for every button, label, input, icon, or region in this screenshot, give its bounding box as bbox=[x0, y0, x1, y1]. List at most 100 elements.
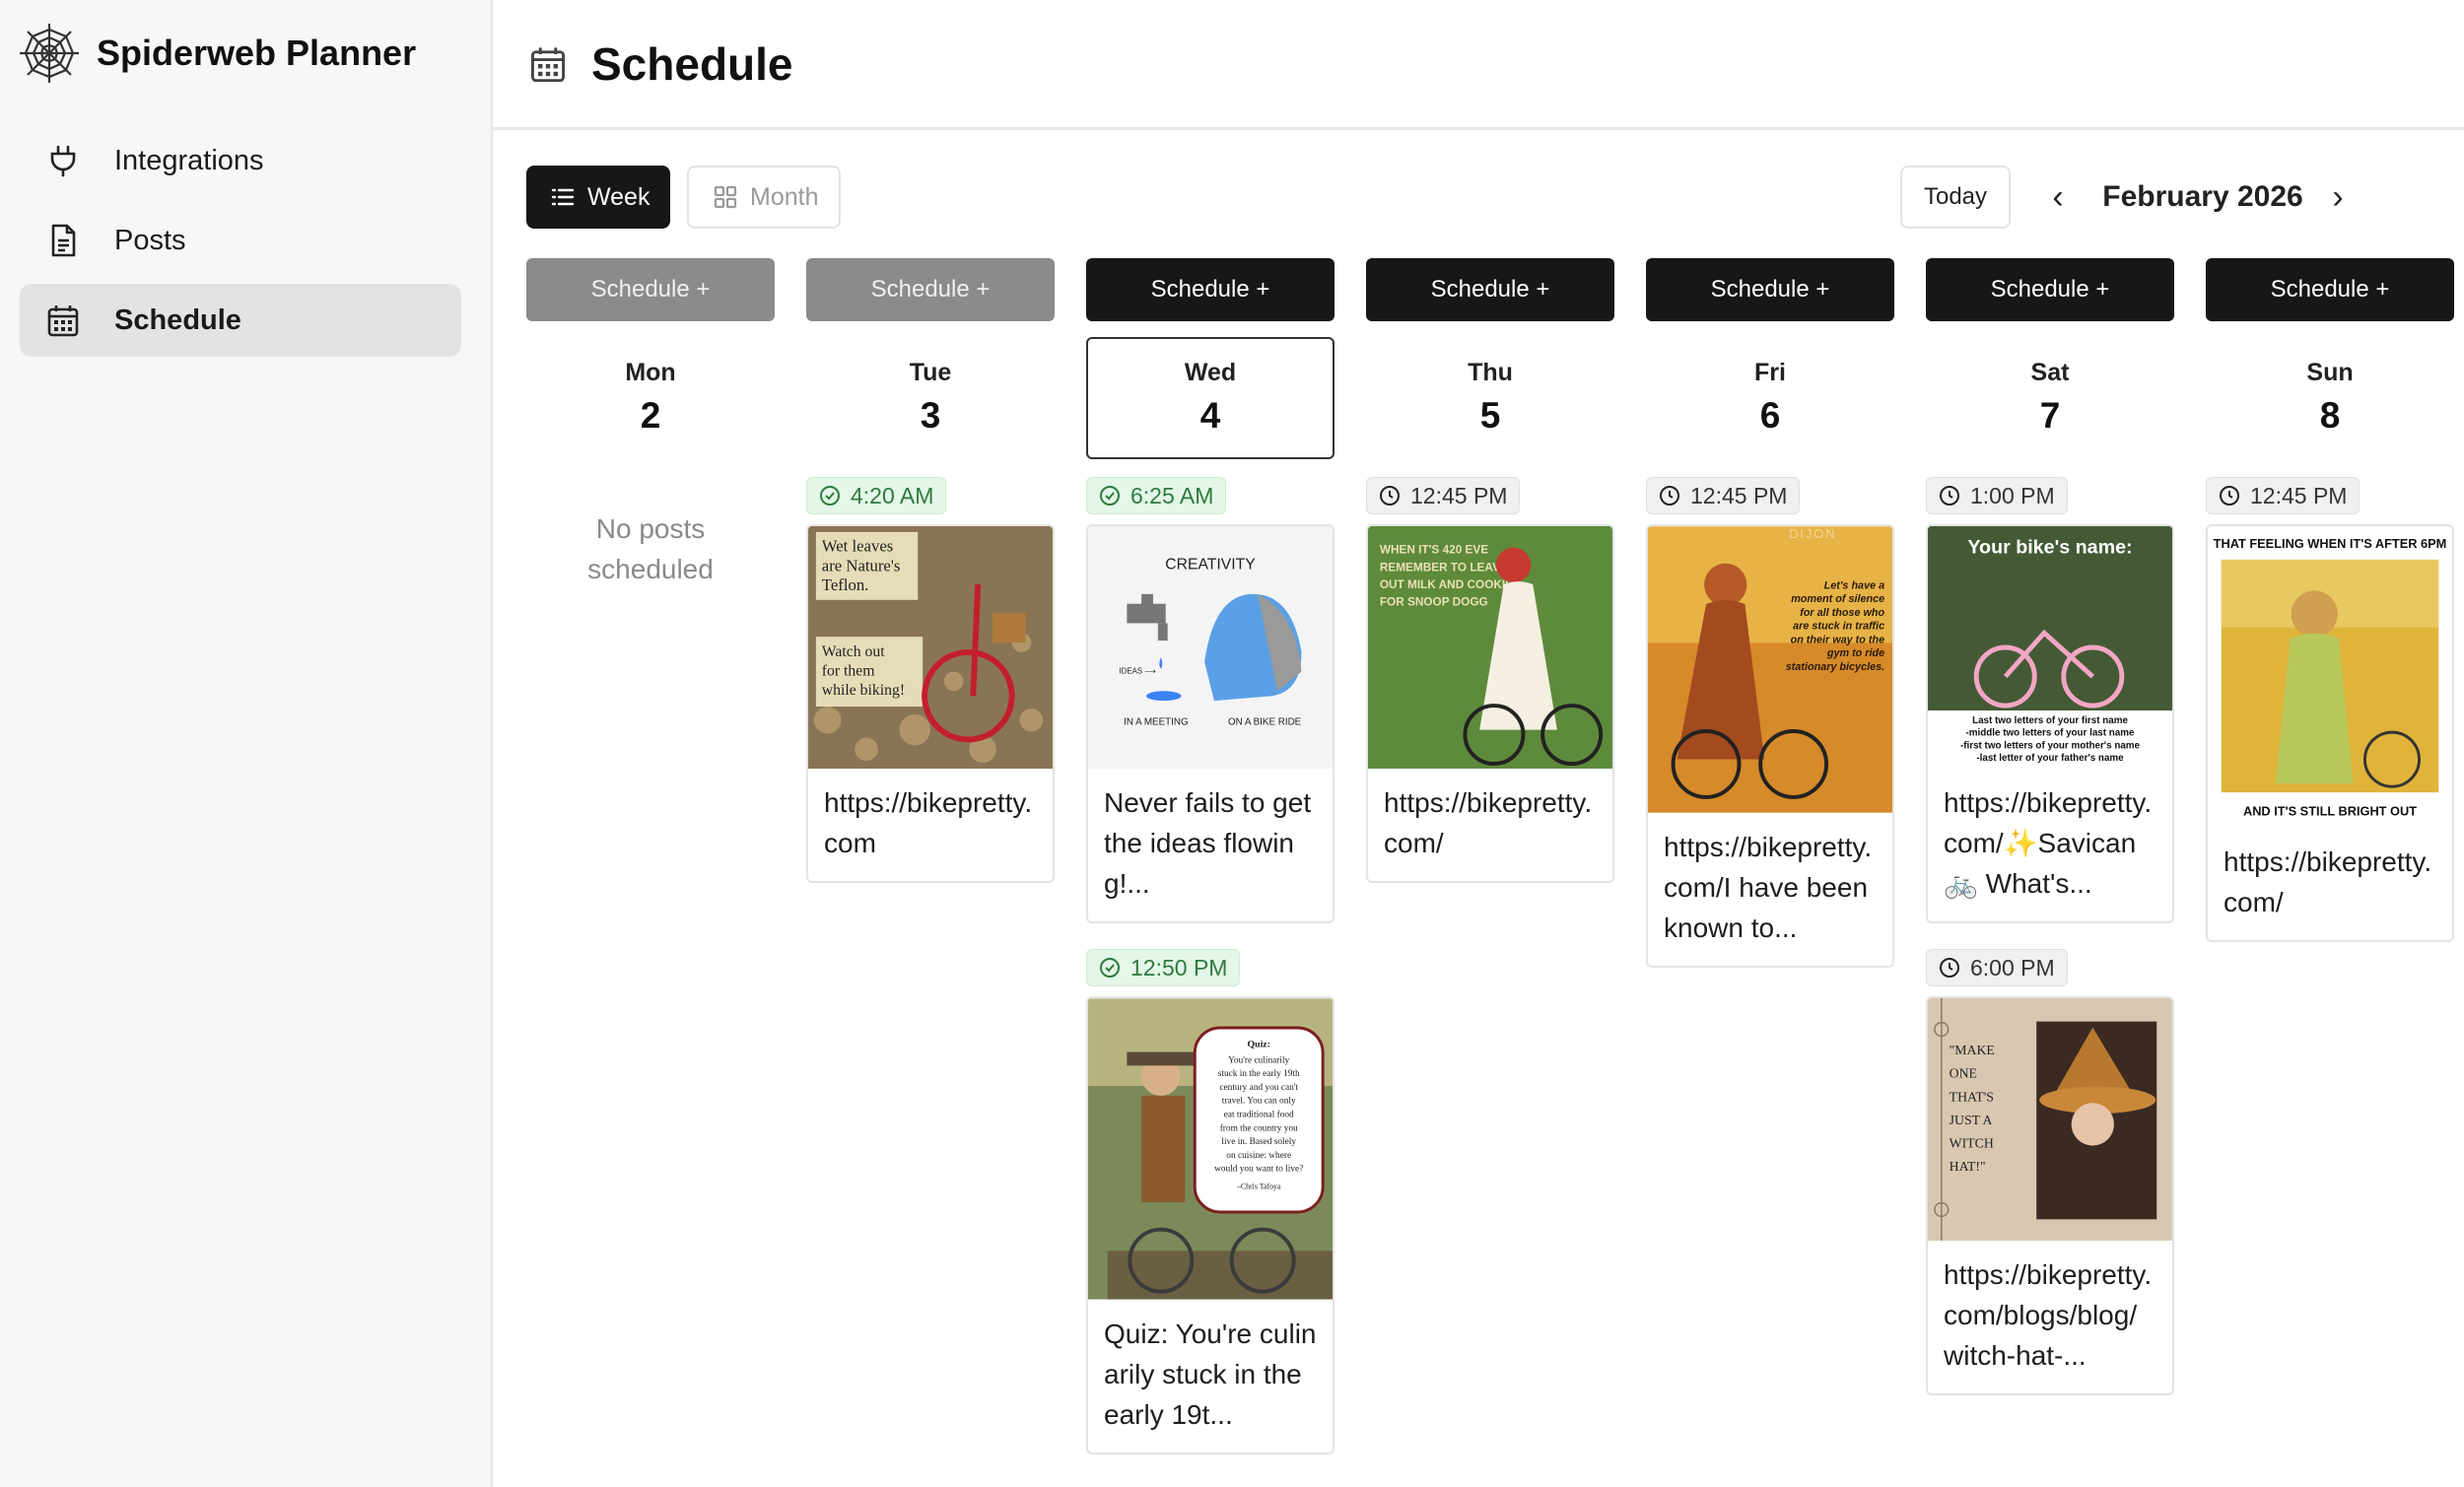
svg-text:Wet leaves: Wet leaves bbox=[822, 537, 893, 556]
check-circle-icon bbox=[819, 485, 841, 507]
svg-text:You're culinarily: You're culinarily bbox=[1228, 1055, 1289, 1065]
day-header: Sat 7 bbox=[1926, 337, 2174, 459]
week-view-label: Week bbox=[587, 182, 650, 211]
post-time: 12:50 PM bbox=[1130, 954, 1228, 980]
svg-text:THAT FEELING WHEN IT'S AFTER 6: THAT FEELING WHEN IT'S AFTER 6PM bbox=[2214, 536, 2447, 551]
svg-text:Teflon.: Teflon. bbox=[822, 575, 869, 594]
schedule-button[interactable]: Schedule + bbox=[1086, 258, 1335, 321]
svg-text:for them: for them bbox=[822, 663, 875, 680]
day-number: 4 bbox=[1199, 395, 1221, 436]
day-name: Thu bbox=[1468, 359, 1513, 386]
svg-text:Last two letters of your first: Last two letters of your first name bbox=[1972, 715, 2128, 726]
sidebar-item-posts[interactable]: Posts bbox=[20, 204, 461, 277]
main-content: Schedule Week Month Today ‹ February 202… bbox=[493, 0, 2464, 1487]
month-view-button[interactable]: Month bbox=[687, 166, 841, 229]
svg-text:-first two letters of your mot: -first two letters of your mother's name bbox=[1960, 740, 2141, 751]
day-header-today: Wed 4 bbox=[1086, 337, 1335, 459]
post-caption: https://bikepretty.com/blogs/blog/witch-… bbox=[1944, 1259, 2153, 1371]
week-view-button[interactable]: Week bbox=[526, 166, 670, 229]
svg-text:Watch out: Watch out bbox=[822, 643, 885, 660]
svg-text:AND IT'S STILL BRIGHT OUT: AND IT'S STILL BRIGHT OUT bbox=[2243, 804, 2417, 819]
post-card[interactable]: WHEN IT'S 420 EVE REMEMBER TO LEAVE OUT M… bbox=[1366, 524, 1614, 883]
calendar-icon bbox=[45, 303, 81, 338]
post-thumbnail: DIJON Let's have a moment of silence for … bbox=[1648, 526, 1892, 813]
svg-text:stationary bicycles.: stationary bicycles. bbox=[1786, 661, 1884, 673]
post-time: 12:45 PM bbox=[1410, 482, 1508, 508]
previous-week-chevron-left-icon[interactable]: ‹ bbox=[2038, 166, 2078, 229]
time-badge: 6:25 AM bbox=[1086, 477, 1227, 514]
schedule-button[interactable]: Schedule + bbox=[2206, 258, 2454, 321]
post-item: 4:20 AM Wet leaves are Nature's Teflon. … bbox=[806, 477, 1055, 883]
day-name: Sat bbox=[2030, 359, 2070, 386]
document-icon bbox=[45, 223, 81, 258]
schedule-button[interactable]: Schedule + bbox=[1366, 258, 1614, 321]
day-number: 6 bbox=[1759, 395, 1781, 436]
post-item: 12:45 PM WHEN IT'S 420 EVE REMEMBER TO LE… bbox=[1366, 477, 1614, 883]
brand[interactable]: Spiderweb Planner bbox=[0, 0, 491, 106]
month-view-label: Month bbox=[750, 182, 819, 211]
clock-icon bbox=[1659, 485, 1680, 507]
svg-text:century and you can't: century and you can't bbox=[1219, 1083, 1298, 1093]
day-number: 7 bbox=[2039, 395, 2061, 436]
post-card[interactable]: "MAKE ONE THAT'S JUST A WITCH HAT!" https://… bbox=[1926, 996, 2174, 1395]
schedule-button[interactable]: Schedule + bbox=[806, 258, 1055, 321]
page-header: Schedule bbox=[493, 0, 2464, 130]
post-caption: Never fails to get the ideas flowing!... bbox=[1104, 787, 1312, 899]
post-caption: Quiz: You're culinarily stuck in the ear… bbox=[1104, 1318, 1317, 1430]
schedule-button[interactable]: Schedule + bbox=[526, 258, 775, 321]
today-button[interactable]: Today bbox=[1900, 166, 2011, 229]
day-number: 2 bbox=[640, 395, 661, 436]
svg-text:would you want to live?: would you want to live? bbox=[1214, 1165, 1303, 1175]
time-badge: 4:20 AM bbox=[806, 477, 947, 514]
day-header: Fri 6 bbox=[1646, 337, 1894, 459]
sidebar-item-integrations[interactable]: Integrations bbox=[20, 124, 461, 197]
post-item: 12:45 PM DIJON Let's have a moment of sil… bbox=[1646, 477, 1894, 968]
post-thumbnail: Your bike's name: Last two letters of yo… bbox=[1928, 526, 2172, 769]
day-name: Sun bbox=[2306, 359, 2354, 386]
post-item: 6:00 PM "MAKE ONE THAT'S JUST A WITCH HAT!" bbox=[1926, 949, 2174, 1395]
sidebar-item-schedule[interactable]: Schedule bbox=[20, 284, 461, 357]
svg-text:THAT'S: THAT'S bbox=[1950, 1089, 1994, 1104]
post-caption: https://bikepretty.com/I have been known… bbox=[1664, 832, 1873, 943]
post-time: 1:00 PM bbox=[1970, 482, 2055, 508]
clock-icon bbox=[1939, 485, 1960, 507]
post-thumbnail: Wet leaves are Nature's Teflon. Watch ou… bbox=[808, 526, 1053, 769]
svg-text:ONE: ONE bbox=[1950, 1066, 1977, 1081]
time-badge: 12:45 PM bbox=[2206, 477, 2361, 514]
post-time: 6:00 PM bbox=[1970, 954, 2055, 980]
schedule-button[interactable]: Schedule + bbox=[1646, 258, 1894, 321]
post-card[interactable]: DIJON Let's have a moment of silence for … bbox=[1646, 524, 1894, 968]
post-time: 4:20 AM bbox=[851, 482, 934, 508]
svg-text:"MAKE: "MAKE bbox=[1950, 1043, 1995, 1057]
post-caption: https://bikepretty.com/ bbox=[2224, 846, 2432, 917]
time-badge: 12:45 PM bbox=[1366, 477, 1521, 514]
day-column-thu: Schedule + Thu 5 12:45 PM WHEN IT'S 420 … bbox=[1366, 258, 1614, 883]
day-column-wed: Schedule + Wed 4 6:25 AM CREATIVITY IDEA… bbox=[1086, 258, 1335, 1454]
day-name: Wed bbox=[1184, 359, 1237, 386]
calendar-toolbar: Week Month Today ‹ February 2026 › bbox=[526, 166, 2434, 229]
post-card[interactable]: Wet leaves are Nature's Teflon. Watch ou… bbox=[806, 524, 1055, 883]
day-header: Tue 3 bbox=[806, 337, 1055, 459]
svg-text:on cuisine: where: on cuisine: where bbox=[1226, 1151, 1291, 1161]
day-header: Sun 8 bbox=[2206, 337, 2454, 459]
svg-text:IDEAS ⟶: IDEAS ⟶ bbox=[1120, 667, 1157, 676]
post-card[interactable]: THAT FEELING WHEN IT'S AFTER 6PM AND IT'… bbox=[2206, 524, 2454, 942]
svg-text:eat traditional food: eat traditional food bbox=[1224, 1110, 1294, 1120]
svg-text:while biking!: while biking! bbox=[822, 682, 905, 699]
post-card[interactable]: CREATIVITY IDEAS ⟶ IN A MEETING ON A BIK… bbox=[1086, 524, 1335, 923]
svg-text:WHEN IT'S 420 EVE: WHEN IT'S 420 EVE bbox=[1380, 543, 1488, 557]
sidebar-item-label: Integrations bbox=[114, 144, 264, 176]
post-time: 6:25 AM bbox=[1130, 482, 1214, 508]
day-column-sun: Schedule + Sun 8 12:45 PM THAT FEELING W… bbox=[2206, 258, 2454, 942]
time-badge: 1:00 PM bbox=[1926, 477, 2068, 514]
day-header: Mon 2 bbox=[526, 337, 775, 459]
post-card[interactable]: Quiz: You're culinarily stuck in the earl… bbox=[1086, 996, 1335, 1454]
schedule-button[interactable]: Schedule + bbox=[1926, 258, 2174, 321]
time-badge: 12:45 PM bbox=[1646, 477, 1801, 514]
svg-text:live in. Based solely: live in. Based solely bbox=[1221, 1137, 1296, 1147]
svg-text:REMEMBER TO LEAVE: REMEMBER TO LEAVE bbox=[1380, 560, 1508, 574]
day-name: Mon bbox=[625, 359, 676, 386]
next-week-chevron-right-icon[interactable]: › bbox=[2318, 166, 2358, 229]
svg-text:DIJON: DIJON bbox=[1789, 526, 1836, 541]
post-card[interactable]: Your bike's name: Last two letters of yo… bbox=[1926, 524, 2174, 923]
